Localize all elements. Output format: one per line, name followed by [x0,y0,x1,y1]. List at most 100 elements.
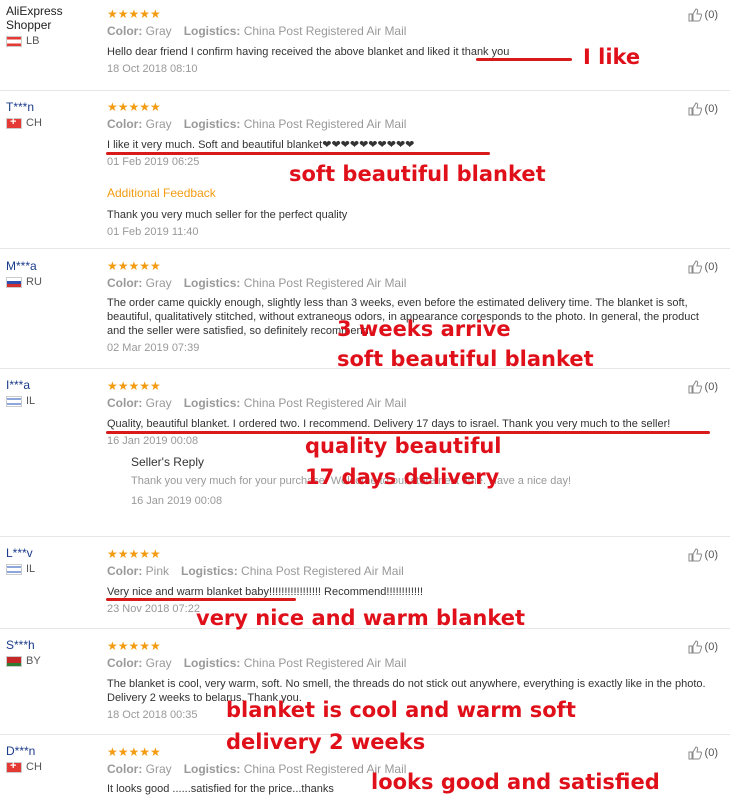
logistics-label: Logistics: [183,24,241,38]
switzerland-flag-icon [6,116,22,129]
annotation-text: delivery 2 weeks [226,730,426,754]
reviewer-name: T***n [6,100,35,114]
reviewer-info: L***v IL [6,546,96,575]
logistics-value: China Post Registered Air Mail [243,24,407,38]
annotation-text: soft beautiful blanket [337,347,594,371]
color-label: Color: [107,24,143,38]
logistics-label: Logistics: [183,276,241,290]
thumbs-up-icon [688,640,702,654]
reviewer-info: T***n CH [6,100,96,129]
helpful-count: (0) [704,381,718,393]
israel-flag-icon [6,395,22,407]
logistics-label: Logistics: [183,117,241,131]
country-code: CH [26,117,42,129]
helpful-button[interactable]: (0) [688,640,718,654]
color-label: Color: [107,117,143,131]
annotation-text: I like [583,45,641,69]
star-rating: ★★★★★ [107,547,161,561]
russia-flag-icon [6,276,22,288]
reviewer-info: M***a RU [6,259,96,288]
color-label: Color: [107,396,143,410]
country-code: IL [26,563,36,575]
review-text: Quality, beautiful blanket. I ordered tw… [107,418,671,430]
helpful-count: (0) [704,549,718,561]
additional-feedback-text: Thank you very much seller for the perfe… [107,209,348,221]
thumbs-up-icon [688,380,702,394]
lebanon-flag-icon [6,35,22,47]
color-value: Gray [145,24,172,38]
reviewer-country: BY [6,655,96,667]
reviewer-country: IL [6,563,96,575]
color-value: Gray [145,656,172,670]
helpful-count: (0) [704,9,718,21]
color-value: Gray [145,276,172,290]
reviewer-country: LB [6,35,96,47]
country-code: RU [26,276,42,288]
highlight-underline [476,58,572,61]
logistics-label: Logistics: [183,762,241,776]
additional-feedback-date: 01 Feb 2019 11:40 [107,226,199,238]
israel-flag-icon [6,563,22,575]
reviewer-info: S***h BY [6,638,96,667]
review-text: I like it very much. Soft and beautiful … [107,139,415,151]
country-code: IL [26,395,36,407]
helpful-button[interactable]: (0) [688,380,718,394]
reviewer-name: S***h [6,638,35,652]
additional-feedback-label: Additional Feedback [107,186,216,200]
helpful-button[interactable]: (0) [688,746,718,760]
reviewer-name: AliExpress Shopper [6,4,63,32]
reviewer-country: IL [6,395,96,407]
thumbs-up-icon [688,548,702,562]
logistics-label: Logistics: [181,564,238,578]
review-meta: Color: Gray Logistics: China Post Registe… [107,24,717,38]
star-rating: ★★★★★ [107,639,161,653]
thumbs-up-icon [688,102,702,116]
review-meta: Color: Gray Logistics: China Post Registe… [107,396,717,410]
review-meta: Color: Gray Logistics: China Post Registe… [107,656,717,670]
logistics-value: China Post Registered Air Mail [243,276,407,290]
reviewer-info: D***n CH [6,744,96,773]
logistics-label: Logistics: [183,396,241,410]
helpful-count: (0) [704,261,718,273]
seller-reply-date: 16 Jan 2019 00:08 [131,495,223,507]
belarus-flag-icon [6,655,22,667]
thumbs-up-icon [688,260,702,274]
logistics-value: China Post Registered Air Mail [243,117,407,131]
annotation-text: very nice and warm blanket [196,606,526,630]
review-content: ★★★★★ Color: Pink Logistics: China Post R… [107,548,717,615]
reviewer-country: CH [6,116,96,129]
country-code: BY [26,655,41,667]
country-code: CH [26,761,42,773]
annotation-text: blanket is cool and warm soft [226,698,576,722]
color-label: Color: [107,762,143,776]
star-rating: ★★★★★ [107,100,161,114]
helpful-count: (0) [704,747,718,759]
helpful-count: (0) [704,641,718,653]
color-label: Color: [107,564,143,578]
reviewer-name: I***a [6,378,31,392]
color-value: Gray [145,762,172,776]
country-code: LB [26,35,40,47]
annotation-text: quality beautiful [305,434,502,458]
highlight-underline [106,152,490,155]
reviewer-name: L***v [6,546,33,560]
highlight-underline [106,598,296,601]
reviewer-name: M***a [6,259,37,273]
helpful-button[interactable]: (0) [688,102,718,116]
color-value: Gray [145,117,172,131]
annotation-text: soft beautiful blanket [289,162,546,186]
helpful-button[interactable]: (0) [688,260,718,274]
reviewer-name: D***n [6,744,36,758]
star-rating: ★★★★★ [107,379,161,393]
thumbs-up-icon [688,8,702,22]
reviewer-country: CH [6,760,96,773]
annotation-text: 3 weeks arrive [337,317,511,341]
helpful-button[interactable]: (0) [688,8,718,22]
thumbs-up-icon [688,746,702,760]
color-label: Color: [107,276,143,290]
star-rating: ★★★★★ [107,7,161,21]
logistics-value: China Post Registered Air Mail [243,396,407,410]
star-rating: ★★★★★ [107,259,161,273]
reviewer-info: AliExpress Shopper LB [6,4,96,47]
helpful-button[interactable]: (0) [688,548,718,562]
